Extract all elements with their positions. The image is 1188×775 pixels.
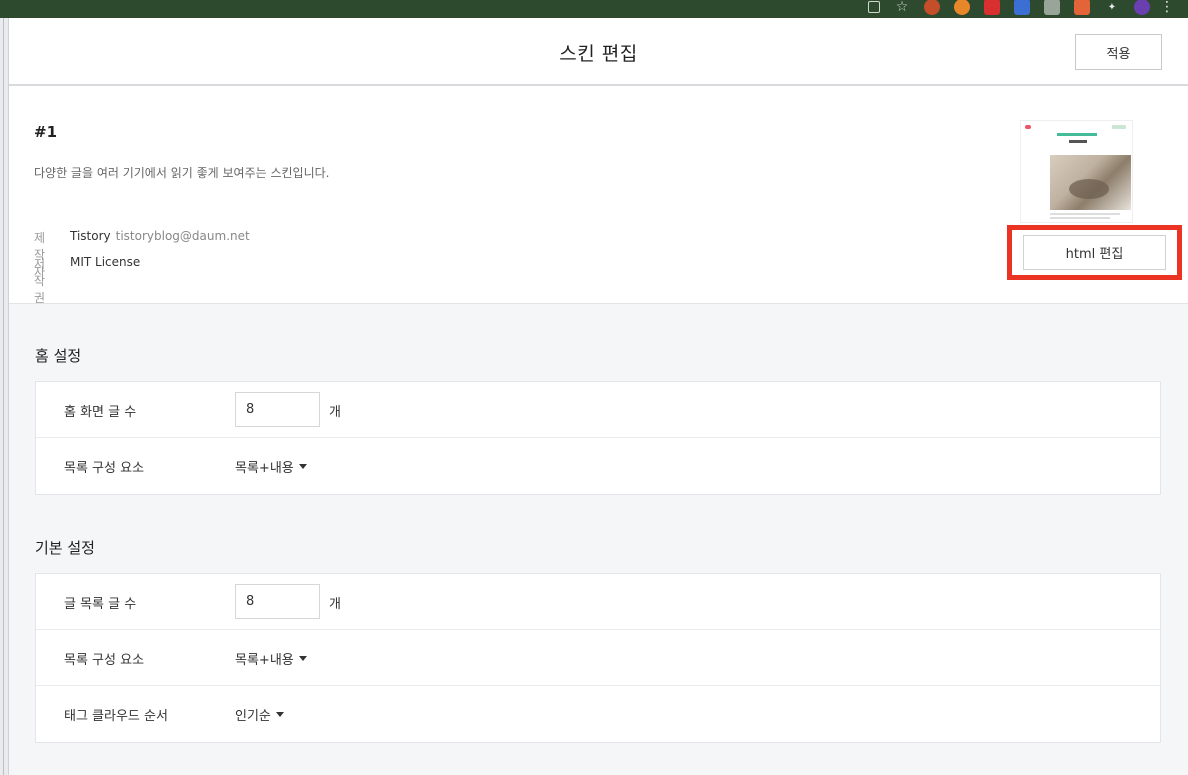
more-menu-icon[interactable]: ⋮ bbox=[1160, 0, 1174, 15]
home-post-count-input[interactable] bbox=[235, 392, 320, 427]
extension-icon[interactable] bbox=[954, 0, 970, 15]
skin-info-section: #1 다양한 글을 여러 기기에서 읽기 좋게 보여주는 스킨입니다. 제작자 … bbox=[9, 86, 1188, 306]
extension-icon[interactable] bbox=[1014, 0, 1030, 15]
chevron-down-icon bbox=[298, 656, 307, 661]
basic-list-element-row: 목록 구성 요소 목록+내용 bbox=[36, 630, 1160, 686]
home-post-count-row: 홈 화면 글 수 개 bbox=[36, 382, 1160, 438]
extension-icon[interactable] bbox=[924, 0, 940, 15]
skin-name: #1 bbox=[34, 123, 58, 141]
basic-post-count-unit: 개 bbox=[329, 597, 341, 612]
license-row: 저작권 MIT License bbox=[34, 255, 140, 306]
tag-order-label: 태그 클라우드 순서 bbox=[64, 709, 168, 724]
share-icon[interactable] bbox=[868, 1, 880, 13]
basic-post-count-input[interactable] bbox=[235, 584, 320, 619]
apply-button[interactable]: 적용 bbox=[1075, 34, 1162, 70]
home-list-element-select[interactable]: 목록+내용 bbox=[235, 457, 307, 476]
extension-icon[interactable] bbox=[984, 0, 1000, 15]
license-key: 저작권 bbox=[34, 257, 46, 305]
home-list-element-row: 목록 구성 요소 목록+내용 bbox=[36, 438, 1160, 494]
html-edit-highlight: html 편집 bbox=[1007, 225, 1182, 280]
bookmark-star-icon[interactable]: ☆ bbox=[894, 0, 910, 15]
home-settings-panel: 홈 화면 글 수 개 목록 구성 요소 목록+내용 bbox=[35, 381, 1161, 495]
browser-toolbar: ☆ ✦ ⋮ bbox=[0, 0, 1188, 18]
html-edit-button[interactable]: html 편집 bbox=[1023, 235, 1166, 270]
home-list-element-value: 목록+내용 bbox=[235, 461, 294, 476]
puzzle-icon[interactable]: ✦ bbox=[1104, 0, 1120, 15]
basic-list-element-select[interactable]: 목록+내용 bbox=[235, 649, 307, 668]
left-sidebar-edge bbox=[0, 18, 9, 775]
basic-post-count-label: 글 목록 글 수 bbox=[64, 597, 137, 612]
home-post-count-label: 홈 화면 글 수 bbox=[64, 405, 137, 420]
extension-icon[interactable] bbox=[1044, 0, 1060, 15]
skin-description: 다양한 글을 여러 기기에서 읽기 좋게 보여주는 스킨입니다. bbox=[34, 166, 330, 180]
page-header: 스킨 편집 적용 bbox=[9, 18, 1188, 86]
tag-order-row: 태그 클라우드 순서 인기순 bbox=[36, 686, 1160, 742]
basic-settings-title: 기본 설정 bbox=[35, 539, 95, 557]
basic-settings-panel: 글 목록 글 수 개 목록 구성 요소 목록+내용 태그 클라우드 순서 인기순 bbox=[35, 573, 1161, 743]
profile-avatar[interactable] bbox=[1134, 0, 1150, 15]
basic-post-count-row: 글 목록 글 수 개 bbox=[36, 574, 1160, 630]
chevron-down-icon bbox=[298, 464, 307, 469]
chevron-down-icon bbox=[275, 712, 284, 717]
extension-area: ☆ ✦ ⋮ bbox=[868, 0, 1174, 17]
basic-list-element-value: 목록+내용 bbox=[235, 653, 294, 668]
basic-list-element-label: 목록 구성 요소 bbox=[64, 653, 145, 668]
page-title: 스킨 편집 bbox=[559, 43, 638, 65]
tag-order-value: 인기순 bbox=[235, 709, 271, 724]
skin-thumbnail bbox=[1020, 120, 1133, 223]
extension-icon[interactable] bbox=[1074, 0, 1090, 15]
tag-order-select[interactable]: 인기순 bbox=[235, 705, 284, 724]
home-settings-title: 홈 설정 bbox=[35, 347, 82, 365]
home-list-element-label: 목록 구성 요소 bbox=[64, 461, 145, 476]
license-value: MIT License bbox=[70, 255, 141, 269]
home-post-count-unit: 개 bbox=[329, 405, 341, 420]
